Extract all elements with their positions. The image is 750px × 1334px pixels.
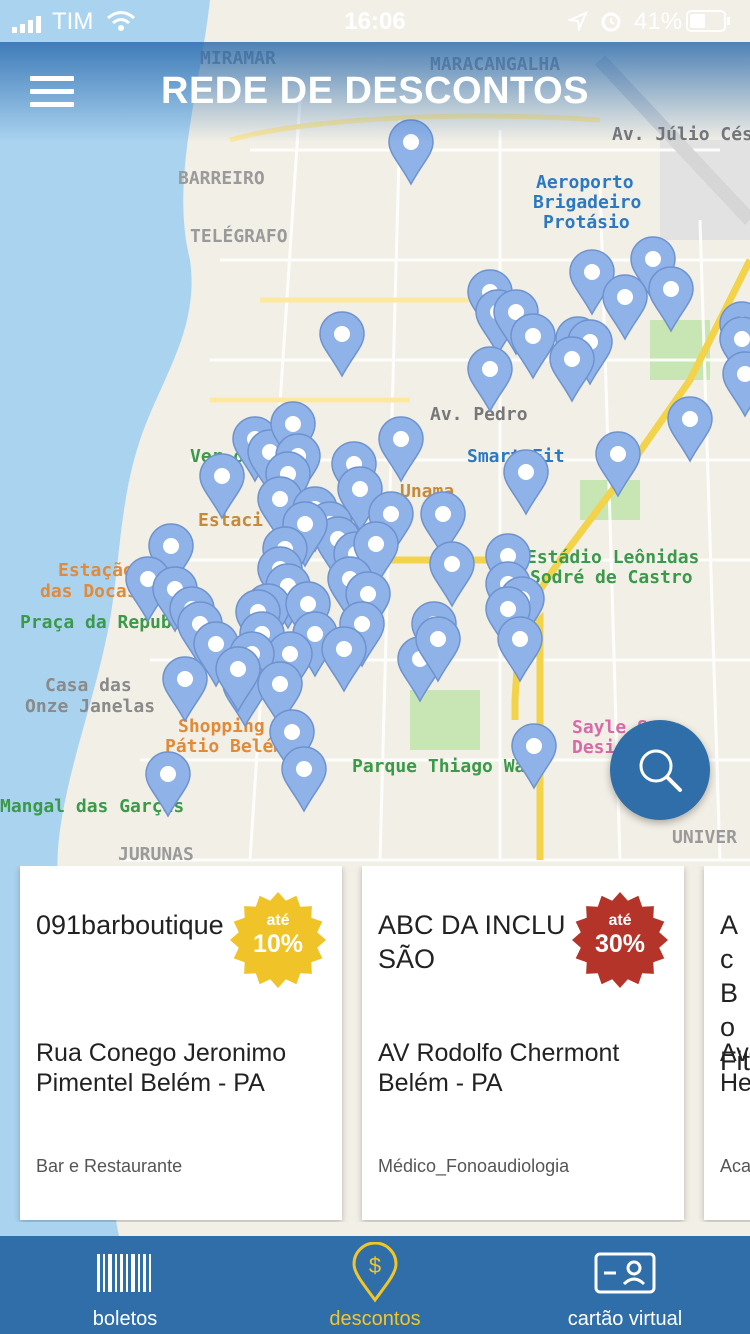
- page-title: REDE DE DESCONTOS: [161, 70, 589, 112]
- map-pin[interactable]: [549, 336, 595, 403]
- map-pin[interactable]: [510, 313, 556, 380]
- store-card[interactable]: 091barboutique até 10% Rua Conego Jeroni…: [20, 866, 342, 1220]
- app-header: REDE DE DESCONTOS: [0, 42, 750, 142]
- search-button[interactable]: [610, 720, 710, 820]
- tab-label: cartão virtual: [567, 1308, 683, 1330]
- location-arrow-icon: [566, 10, 588, 38]
- alarm-icon: [600, 10, 622, 39]
- store-card[interactable]: ABC DA INCLUSÃO até 30% AV Rodolfo Cherm…: [362, 866, 684, 1220]
- tab-boletos[interactable]: boletos: [0, 1236, 250, 1334]
- discount-badge: até 30%: [570, 890, 670, 990]
- map-pin[interactable]: [497, 616, 543, 683]
- tab-descontos[interactable]: $ descontos: [250, 1236, 500, 1334]
- map-pin[interactable]: [595, 431, 641, 498]
- map-pin[interactable]: [503, 449, 549, 516]
- barcode-icon: [97, 1254, 151, 1292]
- badge-prefix: até: [266, 912, 290, 929]
- store-category: Bar e Restaurante: [36, 1156, 183, 1176]
- status-bar: TIM 16:06 41%: [0, 0, 750, 42]
- battery-icon: [686, 10, 732, 39]
- store-address: AV Rodolfo Chermont Belém - PA: [378, 1039, 620, 1097]
- map-pin[interactable]: [319, 311, 365, 378]
- map-pin[interactable]: [667, 396, 713, 463]
- map-pin[interactable]: [602, 274, 648, 341]
- map-pin[interactable]: [429, 541, 475, 608]
- store-cards-carousel[interactable]: 091barboutique até 10% Rua Conego Jeroni…: [0, 866, 750, 1222]
- store-address: Rua Conego Jeronimo Pimentel Belém - PA: [36, 1039, 287, 1097]
- store-name: ABC DA INCLUSÃO: [378, 910, 566, 974]
- map-pin[interactable]: [648, 266, 694, 333]
- battery-percent: 41%: [634, 8, 683, 35]
- badge-value: 10%: [252, 930, 304, 958]
- tab-label: boletos: [92, 1308, 158, 1330]
- map-pin[interactable]: [199, 453, 245, 520]
- discount-badge: até 10%: [228, 890, 328, 990]
- id-card-icon: [594, 1252, 656, 1294]
- store-address: Ave He: [720, 1039, 750, 1097]
- tab-cartao-virtual[interactable]: cartão virtual: [500, 1236, 750, 1334]
- map-pin[interactable]: [281, 746, 327, 813]
- map-pin[interactable]: [511, 723, 557, 790]
- store-card[interactable]: Ac Bo Fit Ave He Aca: [704, 866, 750, 1220]
- map-pin[interactable]: [378, 416, 424, 483]
- bottom-tab-bar: boletos $ descontos cartão virtual: [0, 1236, 750, 1334]
- map-pin[interactable]: [321, 626, 367, 693]
- badge-prefix: até: [608, 912, 632, 929]
- map-pin[interactable]: [145, 751, 191, 818]
- map-pin[interactable]: [722, 351, 750, 418]
- svg-text:$: $: [369, 1253, 381, 1278]
- map-pin[interactable]: [162, 656, 208, 723]
- discount-pin-icon: $: [352, 1242, 398, 1303]
- search-icon: [639, 749, 682, 792]
- badge-value: 30%: [594, 930, 646, 958]
- map-pin[interactable]: [467, 346, 513, 413]
- tab-label: descontos: [329, 1308, 421, 1330]
- store-category: Médico_Fonoaudiologia: [378, 1156, 570, 1176]
- store-name: 091barboutique: [36, 910, 224, 940]
- store-category: Aca: [720, 1156, 750, 1176]
